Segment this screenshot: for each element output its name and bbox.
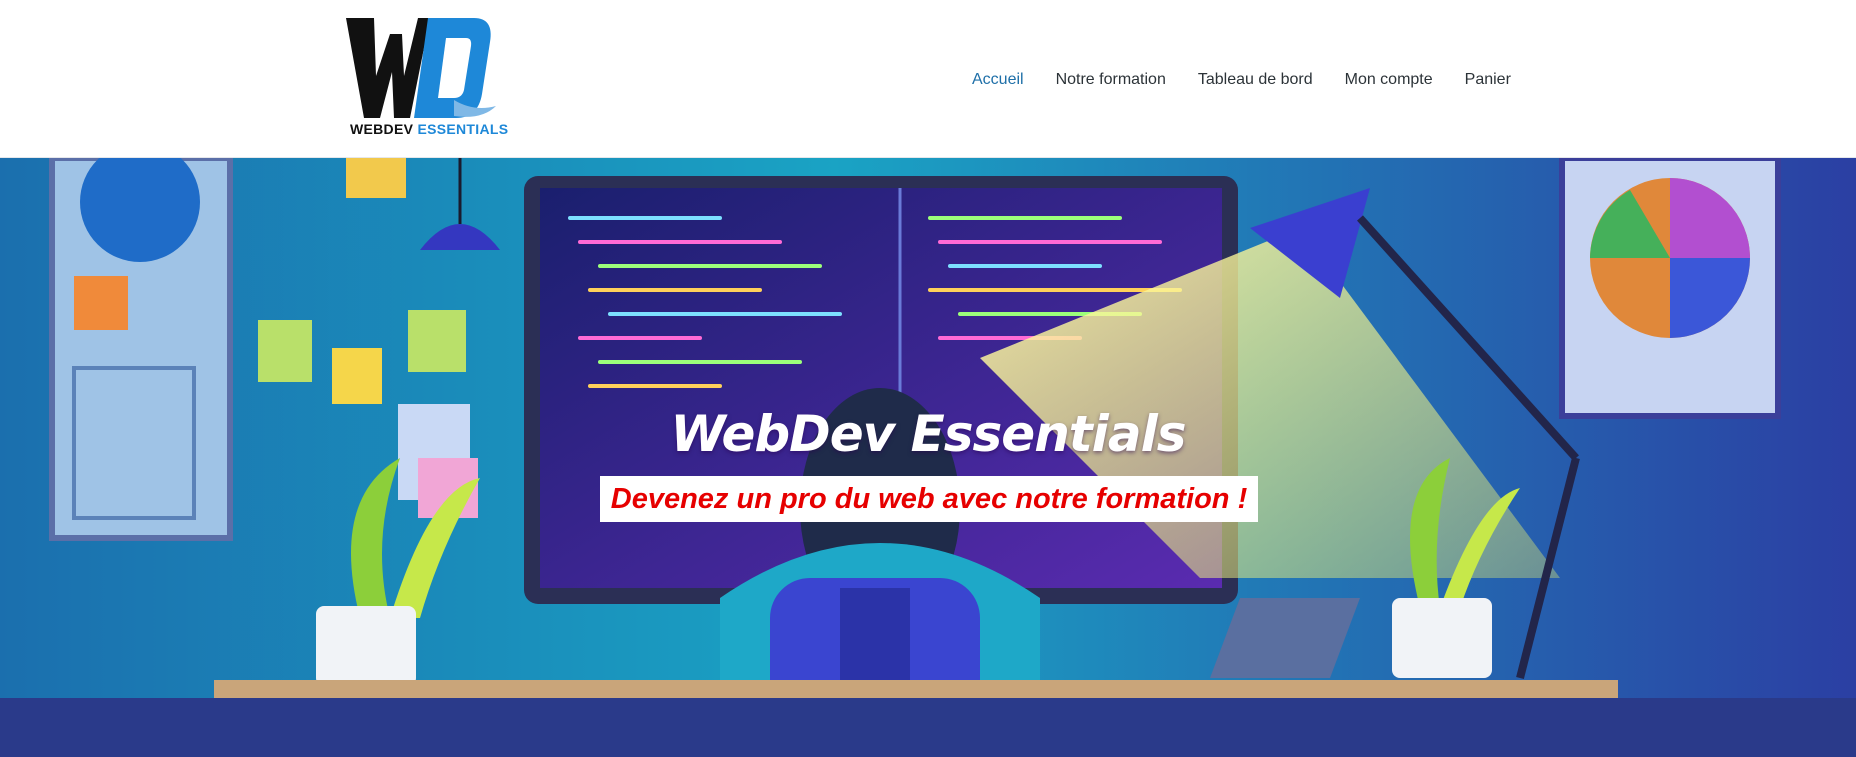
nav-item-tableau-de-bord[interactable]: Tableau de bord [1182,70,1329,90]
nav-item-accueil[interactable]: Accueil [972,70,1040,90]
nav-item-mon-compte[interactable]: Mon compte [1329,70,1449,90]
nav-item-panier[interactable]: Panier [1449,70,1527,90]
site-logo[interactable]: WEBDEV ESSENTIALS [344,16,508,138]
hero-banner: WebDev Essentials Devenez un pro du web … [0,158,1856,757]
nav-item-notre-formation[interactable]: Notre formation [1040,70,1182,90]
logo-wordmark: WEBDEV ESSENTIALS [350,121,509,137]
hero-subtitle-banner: Devenez un pro du web avec notre formati… [600,476,1258,522]
logo-mark-icon [346,18,496,118]
site-header: WEBDEV ESSENTIALS Accueil Notre formatio… [0,0,1856,158]
hero-subtitle: Devenez un pro du web avec notre formati… [610,482,1248,515]
main-navigation: Accueil Notre formation Tableau de bord … [972,70,1527,90]
hero-title: WebDev Essentials [670,405,1187,463]
